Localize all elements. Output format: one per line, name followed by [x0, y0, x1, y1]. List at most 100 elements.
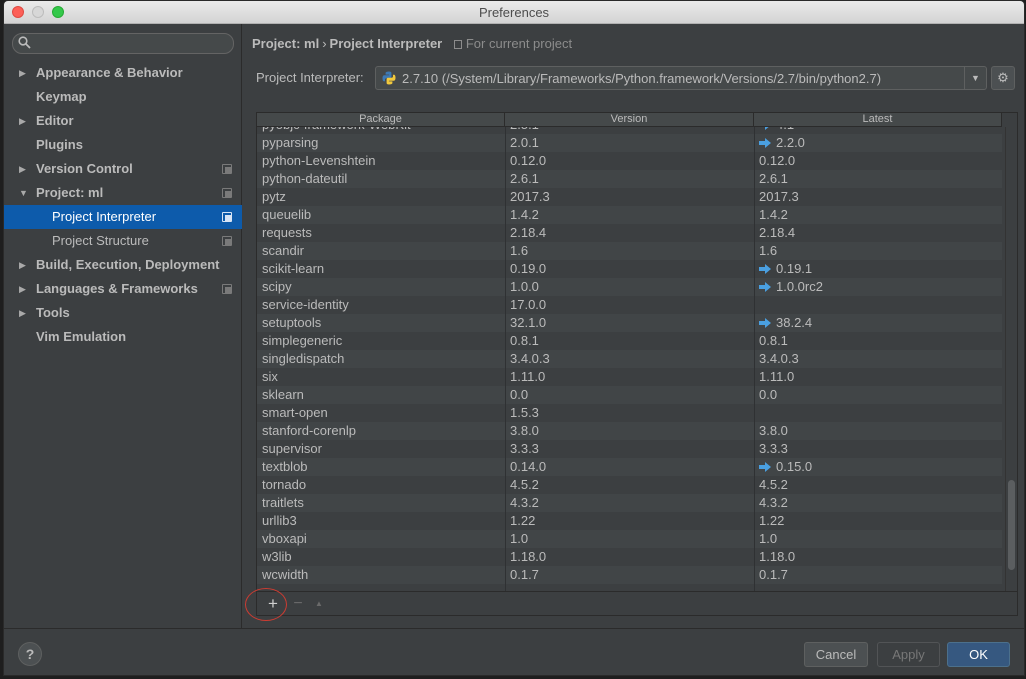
- latest-version-cell: 0.15.0: [759, 458, 812, 476]
- table-row[interactable]: pyobjc-framework-WebKit 2.5.1 4.1: [257, 127, 1002, 134]
- sidebar-item-project-structure[interactable]: Project Structure: [4, 229, 242, 253]
- sidebar-item-plugins[interactable]: Plugins: [4, 133, 242, 157]
- version-cell-text: 1.18.0: [510, 549, 547, 564]
- dialog-footer: ? Cancel Apply OK: [4, 628, 1024, 675]
- ok-button[interactable]: OK: [947, 642, 1010, 667]
- for-current-project-note: For current project: [453, 36, 573, 51]
- sidebar-item-languages-frameworks[interactable]: ▶ Languages & Frameworks: [4, 277, 242, 301]
- uninstall-package-button[interactable]: −: [288, 594, 308, 614]
- table-row[interactable]: python-Levenshtein 0.12.0 0.12.0: [257, 152, 1002, 170]
- table-row[interactable]: requests 2.18.4 2.18.4: [257, 224, 1002, 242]
- table-row[interactable]: setuptools 32.1.0 38.2.4: [257, 314, 1002, 332]
- sidebar-item-label: Project Structure: [52, 233, 149, 248]
- table-row[interactable]: vboxapi 1.0 1.0: [257, 530, 1002, 548]
- table-row[interactable]: simplegeneric 0.8.1 0.8.1: [257, 332, 1002, 350]
- apply-button[interactable]: Apply: [877, 642, 940, 667]
- table-row[interactable]: urllib3 1.22 1.22: [257, 512, 1002, 530]
- latest-version-cell: 1.18.0: [759, 548, 795, 566]
- project-scope-icon: [222, 188, 232, 198]
- package-name-cell-text: traitlets: [262, 495, 304, 510]
- latest-version-cell: 0.19.1: [759, 260, 812, 278]
- version-cell: 3.4.0.3: [510, 350, 550, 368]
- package-name-cell-text: scipy: [262, 279, 292, 294]
- version-cell: 1.5.3: [510, 404, 539, 422]
- column-header-latest[interactable]: Latest: [754, 113, 1002, 126]
- latest-version-cell-text: 0.12.0: [759, 153, 796, 168]
- sidebar-item-project-interpreter[interactable]: Project Interpreter: [4, 205, 242, 229]
- table-row[interactable]: stanford-corenlp 3.8.0 3.8.0: [257, 422, 1002, 440]
- chevron-right-icon[interactable]: ▶: [19, 157, 26, 181]
- gear-icon: ⚙: [997, 70, 1009, 85]
- chevron-right-icon[interactable]: ▶: [19, 277, 26, 301]
- package-name-cell-text: six: [262, 369, 278, 384]
- version-cell-text: 0.0: [510, 387, 529, 402]
- table-row[interactable]: sklearn 0.0 0.0: [257, 386, 1002, 404]
- chevron-right-icon[interactable]: ▶: [19, 301, 26, 325]
- upgrade-package-button[interactable]: ▲: [309, 594, 329, 614]
- version-cell: 3.8.0: [510, 422, 539, 440]
- interpreter-value: 2.7.10 (/System/Library/Frameworks/Pytho…: [402, 71, 882, 86]
- table-row[interactable]: wcwidth 0.1.7 0.1.7: [257, 566, 1002, 584]
- table-row[interactable]: pyparsing 2.0.1 2.2.0: [257, 134, 1002, 152]
- table-row[interactable]: pytz 2017.3 2017.3: [257, 188, 1002, 206]
- latest-version-cell: 38.2.4: [759, 314, 812, 332]
- column-header-package[interactable]: Package: [257, 113, 505, 126]
- sidebar-item-build-execution-deployment[interactable]: ▶ Build, Execution, Deployment: [4, 253, 242, 277]
- chevron-down-icon[interactable]: ▼: [19, 181, 28, 205]
- upgrade-available-icon: [759, 282, 771, 292]
- table-scrollbar[interactable]: [1005, 127, 1016, 591]
- sidebar-item-keymap[interactable]: Keymap: [4, 85, 242, 109]
- interpreter-dropdown[interactable]: 2.7.10 (/System/Library/Frameworks/Pytho…: [375, 66, 987, 90]
- package-name-cell-text: w3lib: [262, 549, 292, 564]
- package-name-cell: vboxapi: [262, 530, 307, 548]
- sidebar-item-editor[interactable]: ▶ Editor: [4, 109, 242, 133]
- chevron-right-icon[interactable]: ▶: [19, 253, 26, 277]
- sidebar-item-project-ml[interactable]: ▼ Project: ml: [4, 181, 242, 205]
- table-row[interactable]: service-identity 17.0.0: [257, 296, 1002, 314]
- settings-search-field[interactable]: [12, 33, 234, 54]
- table-row[interactable]: textblob 0.14.0 0.15.0: [257, 458, 1002, 476]
- interpreter-settings-button[interactable]: ⚙: [991, 66, 1015, 90]
- for-current-project-label: For current project: [465, 36, 573, 51]
- version-cell: 4.3.2: [510, 494, 539, 512]
- help-button[interactable]: ?: [18, 642, 42, 666]
- table-row[interactable]: traitlets 4.3.2 4.3.2: [257, 494, 1002, 512]
- version-cell-text: 32.1.0: [510, 315, 547, 330]
- chevron-right-icon[interactable]: ▶: [19, 109, 26, 133]
- package-name-cell: urllib3: [262, 512, 297, 530]
- version-cell-text: 1.5.3: [510, 405, 539, 420]
- table-row[interactable]: singledispatch 3.4.0.3 3.4.0.3: [257, 350, 1002, 368]
- chevron-down-icon[interactable]: ▼: [964, 67, 986, 89]
- table-row[interactable]: scikit-learn 0.19.0 0.19.1: [257, 260, 1002, 278]
- table-row[interactable]: six 1.11.0 1.11.0: [257, 368, 1002, 386]
- package-name-cell: smart-open: [262, 404, 328, 422]
- column-header-version[interactable]: Version: [505, 113, 754, 126]
- sidebar-item-label: Plugins: [36, 137, 83, 152]
- version-cell-text: 2.0.1: [510, 135, 539, 150]
- table-row[interactable]: scandir 1.6 1.6: [257, 242, 1002, 260]
- package-name-cell: requests: [262, 224, 312, 242]
- table-row[interactable]: smart-open 1.5.3: [257, 404, 1002, 422]
- breadcrumb-separator: ›: [322, 36, 327, 51]
- latest-version-cell: 1.11.0: [759, 368, 794, 386]
- sidebar-item-version-control[interactable]: ▶ Version Control: [4, 157, 242, 181]
- window-title: Preferences: [478, 5, 550, 20]
- package-name-cell-text: wcwidth: [262, 567, 309, 582]
- package-name-cell: queuelib: [262, 206, 311, 224]
- table-row[interactable]: python-dateutil 2.6.1 2.6.1: [257, 170, 1002, 188]
- chevron-right-icon[interactable]: ▶: [19, 61, 26, 85]
- upgrade-available-icon: [759, 462, 771, 472]
- table-row[interactable]: tornado 4.5.2 4.5.2: [257, 476, 1002, 494]
- table-row[interactable]: scipy 1.0.0 1.0.0rc2: [257, 278, 1002, 296]
- table-row[interactable]: supervisor 3.3.3 3.3.3: [257, 440, 1002, 458]
- table-row[interactable]: queuelib 1.4.2 1.4.2: [257, 206, 1002, 224]
- cancel-button[interactable]: Cancel: [804, 642, 868, 667]
- sidebar-item-appearance-behavior[interactable]: ▶ Appearance & Behavior: [4, 61, 242, 85]
- version-cell-text: 1.0: [510, 531, 529, 546]
- scrollbar-thumb[interactable]: [1008, 480, 1015, 570]
- latest-version-cell-text: 4.5.2: [759, 477, 788, 492]
- package-name-cell: six: [262, 368, 278, 386]
- sidebar-item-tools[interactable]: ▶ Tools: [4, 301, 242, 325]
- sidebar-item-vim-emulation[interactable]: Vim Emulation: [4, 325, 242, 349]
- table-row[interactable]: w3lib 1.18.0 1.18.0: [257, 548, 1002, 566]
